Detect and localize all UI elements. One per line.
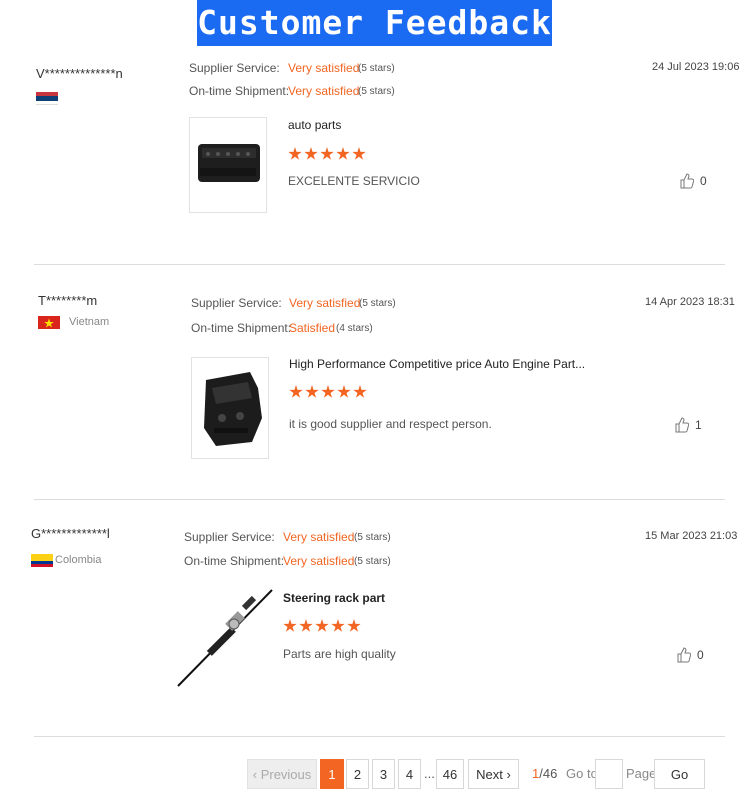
- like-button[interactable]: 0: [677, 647, 704, 663]
- review-date: 14 Apr 2023 18:31: [645, 296, 735, 308]
- country-flag-icon: [38, 316, 60, 329]
- review-date: 15 Mar 2023 21:03: [645, 530, 738, 542]
- supplier-service-label: Supplier Service:: [191, 296, 282, 310]
- divider: [34, 264, 725, 265]
- page-button-4[interactable]: 4: [398, 759, 421, 789]
- next-button[interactable]: Next ›: [468, 759, 519, 789]
- ontime-shipment-rating: Satisfied: [289, 321, 336, 335]
- like-button[interactable]: 1: [675, 417, 702, 433]
- review-date: 24 Jul 2023 19:06: [652, 61, 740, 73]
- page-title: Customer Feedback: [197, 0, 552, 46]
- star-icon: [283, 619, 297, 632]
- divider: [34, 499, 725, 500]
- supplier-service-stars: (5 stars): [354, 532, 391, 543]
- valve-cover-image: [198, 144, 260, 182]
- supplier-service-rating: Very satisfied: [288, 61, 360, 75]
- star-icon: [352, 147, 366, 160]
- go-button[interactable]: Go: [654, 759, 705, 789]
- star-icon: [337, 385, 351, 398]
- star-icon: [353, 385, 367, 398]
- star-icon: [299, 619, 313, 632]
- ontime-shipment-stars: (5 stars): [354, 556, 391, 567]
- chevron-right-icon: ›: [502, 767, 511, 782]
- page-label: Page: [626, 766, 657, 781]
- review-comment: it is good supplier and respect person.: [289, 417, 492, 431]
- like-count: 0: [697, 648, 704, 662]
- total-pages: /46: [539, 766, 558, 781]
- pagination: ‹ Previous 1 2 3 4 ... 46 Next › 1/46 Go…: [0, 759, 750, 791]
- country-flag-icon: [36, 92, 58, 105]
- reviewer-name: G*************l: [31, 526, 110, 541]
- supplier-service-label: Supplier Service:: [189, 61, 280, 75]
- goto-label: Go to: [566, 766, 598, 781]
- thumbs-up-icon: [677, 647, 691, 663]
- review-comment: Parts are high quality: [283, 647, 396, 661]
- ontime-shipment-rating: Very satisfied: [283, 554, 355, 568]
- star-icon: [289, 385, 303, 398]
- thumbs-up-icon: [680, 173, 694, 189]
- country-flag-icon: [31, 554, 53, 567]
- previous-label: Previous: [260, 767, 312, 782]
- star-icon: [336, 147, 350, 160]
- star-icon: [305, 385, 319, 398]
- previous-button[interactable]: ‹ Previous: [247, 759, 317, 789]
- supplier-service-stars: (5 stars): [359, 298, 396, 309]
- page-button-46[interactable]: 46: [436, 759, 464, 789]
- product-rating-stars: [288, 147, 368, 163]
- product-title[interactable]: auto parts: [288, 118, 341, 132]
- page-button-1[interactable]: 1: [320, 759, 344, 789]
- supplier-service-label: Supplier Service:: [184, 530, 275, 544]
- supplier-service-rating: Very satisfied: [289, 296, 361, 310]
- product-title[interactable]: Steering rack part: [283, 591, 385, 605]
- product-rating-stars: [289, 385, 369, 401]
- pagination-ellipsis: ...: [424, 766, 435, 781]
- country-name: Vietnam: [69, 316, 110, 328]
- country-name: Colombia: [55, 554, 102, 566]
- product-thumbnail[interactable]: [191, 357, 269, 459]
- like-count: 0: [700, 174, 707, 188]
- ontime-shipment-rating: Very satisfied: [288, 84, 360, 98]
- product-rating-stars: [283, 619, 363, 635]
- supplier-service-stars: (5 stars): [358, 63, 395, 74]
- like-count: 1: [695, 418, 702, 432]
- star-icon: [331, 619, 345, 632]
- engine-part-image: [204, 372, 262, 446]
- star-icon: [315, 619, 329, 632]
- page-button-3[interactable]: 3: [372, 759, 395, 789]
- ontime-shipment-stars: (5 stars): [358, 86, 395, 97]
- star-icon: [288, 147, 302, 160]
- reviewer-name: T********m: [38, 293, 98, 308]
- ontime-shipment-stars: (4 stars): [336, 323, 373, 334]
- star-icon: [304, 147, 318, 160]
- review-comment: EXCELENTE SERVICIO: [288, 174, 420, 188]
- ontime-shipment-label: On-time Shipment:: [189, 84, 290, 98]
- product-thumbnail[interactable]: [176, 588, 276, 688]
- page-button-2[interactable]: 2: [346, 759, 369, 789]
- star-icon: [320, 147, 334, 160]
- product-title[interactable]: High Performance Competitive price Auto …: [289, 357, 585, 371]
- supplier-service-rating: Very satisfied: [283, 530, 355, 544]
- like-button[interactable]: 0: [680, 173, 707, 189]
- page-indicator: 1/46: [532, 759, 557, 789]
- star-icon: [347, 619, 361, 632]
- thumbs-up-icon: [675, 417, 689, 433]
- ontime-shipment-label: On-time Shipment:: [191, 321, 292, 335]
- goto-page-input[interactable]: [595, 759, 623, 789]
- product-thumbnail[interactable]: [189, 117, 267, 213]
- ontime-shipment-label: On-time Shipment:: [184, 554, 285, 568]
- steering-rack-image: [177, 589, 273, 687]
- reviewer-name: V**************n: [36, 66, 123, 81]
- chevron-left-icon: ‹: [252, 767, 261, 782]
- star-icon: [321, 385, 335, 398]
- divider: [34, 736, 725, 737]
- next-label: Next: [476, 767, 503, 782]
